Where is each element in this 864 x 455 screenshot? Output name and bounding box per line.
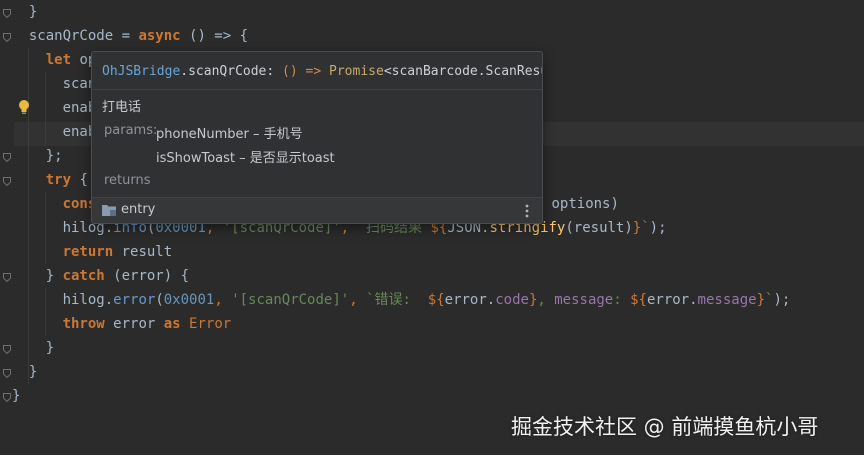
params-label: params: [104, 123, 158, 138]
code-token: enab [12, 124, 97, 140]
code-token: } [12, 268, 63, 284]
signature-owner[interactable]: OhJSBridge [102, 64, 180, 79]
code-line[interactable]: enab [12, 120, 97, 144]
watermark: 掘金技术社区 @ 前端摸鱼杭小哥 [511, 415, 819, 439]
code-line[interactable]: return result [12, 240, 173, 264]
code-token: error [113, 316, 164, 332]
code-token: { [79, 172, 88, 188]
code-token: ); [649, 220, 667, 236]
code-token: as [163, 316, 190, 332]
param-item: isShowToast – 是否显示toast [156, 151, 335, 166]
code-token: `错误: [366, 292, 428, 308]
code-line[interactable]: enab [12, 96, 97, 120]
fold-marker-icon[interactable] [3, 9, 11, 18]
code-token: enab [12, 100, 97, 116]
doc-description: 打电话 [102, 100, 142, 115]
fold-marker-icon[interactable] [3, 369, 11, 378]
code-token: let [45, 52, 80, 68]
fold-marker-icon[interactable] [3, 177, 11, 186]
code-line[interactable]: hilog.error(0x0001, '[scanQrCode]', `错误:… [12, 288, 791, 312]
code-token: error. [444, 292, 496, 308]
code-token: ); [773, 292, 791, 308]
code-token: message [554, 292, 614, 308]
code-token: catch [62, 268, 114, 284]
code-token: error [113, 292, 156, 308]
code-token: } [756, 292, 765, 308]
code-line[interactable]: let op [12, 48, 97, 72]
signature-return-type[interactable]: Promise [329, 64, 384, 79]
fold-marker-icon[interactable] [3, 33, 11, 42]
code-token: async [138, 28, 190, 44]
code-line[interactable]: scan [12, 72, 97, 96]
signature-divider [92, 89, 542, 90]
code-token: scan [12, 76, 97, 92]
signature-generic: <scanBarcode.ScanResult> [383, 64, 542, 79]
code-token: ` [641, 220, 650, 236]
fold-marker-icon[interactable] [3, 393, 11, 402]
code-token: , [537, 292, 555, 308]
code-token: ${ [630, 292, 647, 308]
footer-module-label[interactable]: entry [121, 202, 155, 217]
code-line[interactable]: } [12, 0, 37, 24]
code-token: (error) { [113, 268, 190, 284]
code-token: } [12, 340, 55, 356]
code-line[interactable]: } [12, 384, 20, 408]
code-token: 0x0001 [163, 292, 215, 308]
code-token: : [613, 292, 631, 308]
code-line[interactable]: scanQrCode = async () => { [12, 24, 248, 48]
code-token: message [697, 292, 757, 308]
fold-marker-icon[interactable] [3, 273, 11, 282]
param-item: phoneNumber – 手机号 [156, 127, 303, 142]
code-line[interactable]: } [12, 336, 54, 360]
code-token: try [45, 172, 80, 188]
fold-marker-icon[interactable] [3, 153, 11, 162]
code-token: () => { [189, 28, 249, 44]
module-folder-icon [102, 204, 116, 216]
returns-label: returns [104, 173, 151, 188]
code-line[interactable]: throw error as Error [12, 312, 232, 336]
more-vertical-icon[interactable] [525, 204, 529, 218]
code-token: = [121, 28, 139, 44]
code-line[interactable]: } [12, 360, 37, 384]
code-token: result [121, 244, 173, 260]
code-line[interactable]: try { [12, 168, 88, 192]
code-token: '[scanQrCode]' [231, 292, 350, 308]
code-token: hilog. [12, 292, 114, 308]
documentation-popup[interactable]: OhJSBridge.scanQrCode: () => Promise<sca… [91, 51, 543, 224]
signature-method: scanQrCode [188, 64, 267, 79]
code-token: (result) [565, 220, 633, 236]
code-token: Error [189, 316, 232, 332]
popup-footer: entry [92, 198, 542, 223]
signature-line: OhJSBridge.scanQrCode: () => Promise<sca… [102, 62, 542, 82]
code-token: , [349, 292, 367, 308]
code-token: ${ [427, 292, 445, 308]
code-token: code [495, 292, 529, 308]
signature-arrow: () => [282, 64, 330, 79]
code-token: } [12, 364, 38, 380]
signature-dot: . [180, 64, 189, 79]
code-line[interactable]: } catch (error) { [12, 264, 189, 288]
code-token: } [12, 388, 21, 404]
fold-marker-icon[interactable] [3, 345, 11, 354]
code-token: throw [62, 316, 114, 332]
code-token: scanQrCode [12, 28, 122, 44]
code-token: return [62, 244, 122, 260]
code-token: }; [12, 148, 63, 164]
signature-colon: : [266, 64, 283, 79]
code-token: error. [646, 292, 698, 308]
code-token: } [12, 4, 38, 20]
code-token: ( [155, 292, 164, 308]
code-line[interactable]: }; [12, 144, 63, 168]
code-token: } [632, 220, 642, 236]
code-token: , [214, 292, 232, 308]
